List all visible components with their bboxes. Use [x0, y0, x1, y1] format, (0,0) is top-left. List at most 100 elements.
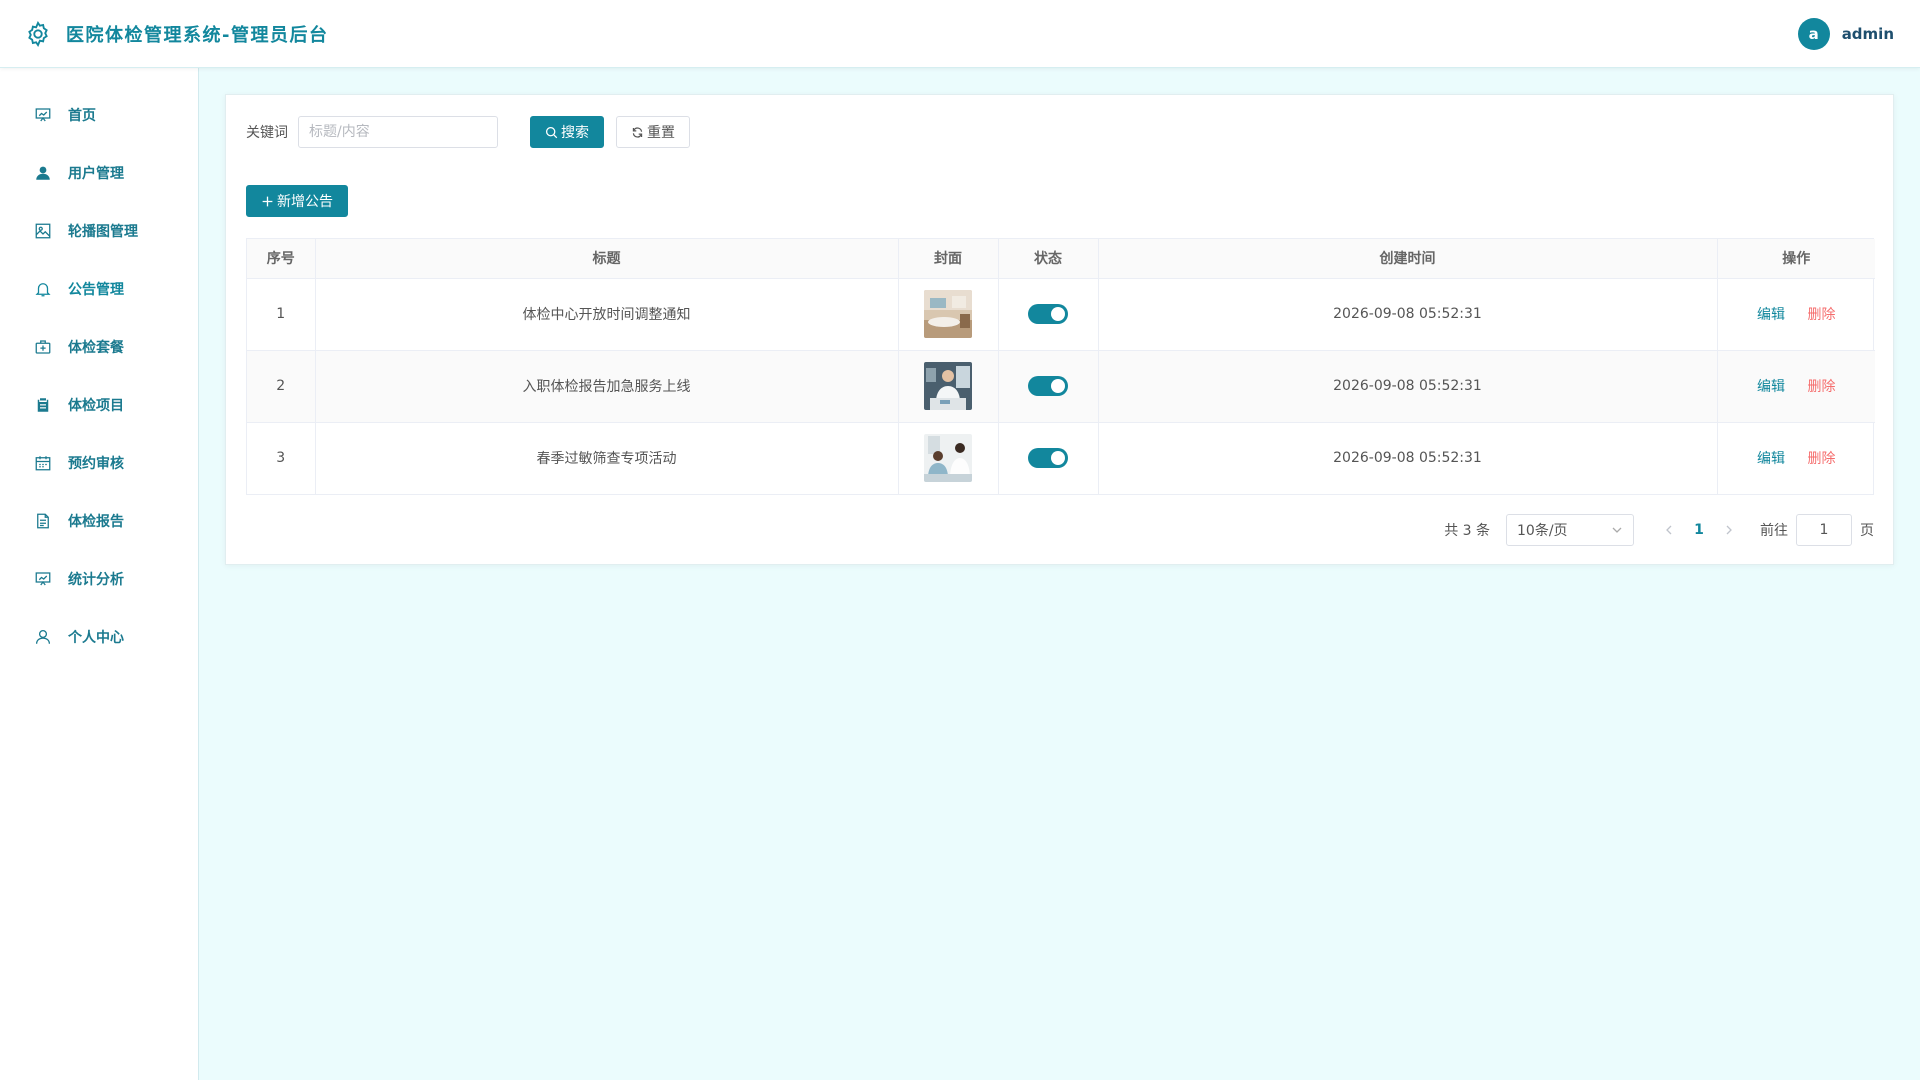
- table-row: 3 春季过敏筛查专项活动 2026-09-08 05:52:31 编辑 删除: [247, 422, 1875, 494]
- medical-box-icon: [35, 340, 51, 354]
- goto-page-input[interactable]: [1796, 514, 1852, 546]
- chevron-left-icon: [1666, 525, 1672, 535]
- goto-suffix: 页: [1860, 523, 1874, 539]
- user-menu[interactable]: a admin: [1797, 17, 1894, 50]
- sidebar: 首页 用户管理 轮播图管理 公告管理 体检套餐 体检项目 预约审核 体检报告 统…: [0, 68, 199, 1080]
- cell-status: [998, 350, 1099, 423]
- total-count: 共 3 条: [1444, 523, 1490, 539]
- prev-page-button[interactable]: [1658, 524, 1680, 536]
- chevron-down-icon: [1612, 527, 1622, 533]
- image-icon: [35, 223, 51, 239]
- sidebar-item-label: 个人中心: [68, 630, 124, 646]
- avatar[interactable]: a: [1797, 17, 1830, 50]
- page-size-select[interactable]: 10条/页: [1506, 514, 1634, 546]
- edit-button[interactable]: 编辑: [1757, 307, 1785, 323]
- cover-thumbnail[interactable]: [924, 362, 972, 410]
- sidebar-item-label: 用户管理: [68, 166, 124, 182]
- col-index: 序号: [247, 239, 316, 279]
- sidebar-item-label: 轮播图管理: [68, 224, 138, 240]
- edit-button[interactable]: 编辑: [1757, 379, 1785, 395]
- plus-icon: [262, 196, 273, 206]
- status-toggle[interactable]: [1028, 376, 1068, 396]
- sidebar-item-home[interactable]: 首页: [0, 86, 198, 144]
- col-cover: 封面: [898, 239, 999, 279]
- col-created: 创建时间: [1098, 239, 1718, 279]
- announcement-table: 序号 标题 封面 状态 创建时间 操作 1 体检中心开放时间调整通知 2026-…: [246, 238, 1875, 495]
- presentation-chart-icon: [35, 572, 51, 586]
- next-page-button[interactable]: [1718, 524, 1740, 536]
- user-icon: [36, 166, 50, 180]
- col-status: 状态: [998, 239, 1099, 279]
- consultation-image: [924, 434, 972, 483]
- document-icon: [37, 513, 49, 529]
- cell-status: [998, 278, 1099, 351]
- sidebar-item-label: 体检项目: [68, 398, 124, 414]
- brand: 医院体检管理系统-管理员后台: [24, 20, 328, 48]
- cell-actions: 编辑 删除: [1717, 422, 1875, 494]
- sidebar-item-announcements[interactable]: 公告管理: [0, 260, 198, 318]
- search-icon: [545, 126, 558, 138]
- presentation-chart-icon: [35, 108, 51, 122]
- sidebar-item-label: 统计分析: [68, 572, 124, 588]
- clipboard-icon: [37, 398, 49, 412]
- sidebar-item-users[interactable]: 用户管理: [0, 144, 198, 202]
- keyword-input[interactable]: [298, 116, 498, 148]
- cell-cover: [898, 350, 999, 423]
- table-header-row: 序号 标题 封面 状态 创建时间 操作: [247, 239, 1875, 279]
- top-header: 医院体检管理系统-管理员后台 a admin: [0, 0, 1920, 68]
- cell-created: 2026-09-08 05:52:31: [1098, 278, 1718, 351]
- doctor-image: [924, 362, 972, 410]
- cell-title: 春季过敏筛查专项活动: [315, 422, 899, 494]
- status-toggle[interactable]: [1028, 304, 1068, 324]
- cell-index: 2: [247, 350, 316, 423]
- cell-cover: [898, 422, 999, 494]
- status-toggle[interactable]: [1028, 448, 1068, 469]
- sidebar-item-label: 预约审核: [68, 456, 124, 472]
- sidebar-item-profile[interactable]: 个人中心: [0, 608, 198, 666]
- cell-actions: 编辑 删除: [1717, 278, 1875, 351]
- table-row: 2 入职体检报告加急服务上线 2026-09-08 05:52:31 编辑 删除: [247, 350, 1875, 423]
- pagination: 共 3 条 10条/页 1 前往 页: [1444, 514, 1874, 546]
- lobby-image: [924, 290, 972, 338]
- sidebar-item-reports[interactable]: 体检报告: [0, 492, 198, 550]
- col-actions: 操作: [1717, 239, 1875, 279]
- gear-icon: [28, 20, 48, 47]
- cell-cover: [898, 278, 999, 351]
- goto-label: 前往: [1760, 523, 1788, 539]
- delete-button[interactable]: 删除: [1807, 451, 1835, 467]
- search-button-label: 搜索: [561, 125, 589, 141]
- add-button-label: 新增公告: [277, 194, 333, 210]
- delete-button[interactable]: 删除: [1807, 379, 1835, 395]
- calendar-icon: [35, 456, 51, 471]
- sidebar-item-label: 公告管理: [68, 282, 124, 298]
- keyword-label: 关键词: [246, 125, 288, 141]
- cell-title: 入职体检报告加急服务上线: [315, 350, 899, 423]
- search-bar: 关键词 搜索 重置: [246, 116, 690, 148]
- cell-created: 2026-09-08 05:52:31: [1098, 350, 1718, 423]
- app-title: 医院体检管理系统-管理员后台: [66, 24, 329, 46]
- sidebar-item-banners[interactable]: 轮播图管理: [0, 202, 198, 260]
- page-number[interactable]: 1: [1684, 522, 1714, 538]
- sidebar-item-packages[interactable]: 体检套餐: [0, 318, 198, 376]
- reset-button[interactable]: 重置: [616, 116, 690, 148]
- cell-index: 1: [247, 278, 316, 351]
- user-outline-icon: [35, 629, 51, 644]
- sidebar-item-appointments[interactable]: 预约审核: [0, 434, 198, 492]
- cover-thumbnail[interactable]: [924, 290, 972, 338]
- cell-status: [998, 422, 1099, 494]
- edit-button[interactable]: 编辑: [1757, 451, 1785, 467]
- delete-button[interactable]: 删除: [1807, 307, 1835, 323]
- sidebar-item-exam-items[interactable]: 体检项目: [0, 376, 198, 434]
- table-row: 1 体检中心开放时间调整通知 2026-09-08 05:52:31 编辑 删除: [247, 278, 1875, 351]
- cell-created: 2026-09-08 05:52:31: [1098, 422, 1718, 494]
- cover-thumbnail[interactable]: [924, 434, 972, 483]
- username[interactable]: admin: [1842, 25, 1894, 43]
- search-button[interactable]: 搜索: [530, 116, 604, 148]
- content-card: 关键词 搜索 重置 新增公告 序号 标题 封面 状态 创建时间: [225, 94, 1894, 565]
- bell-icon: [35, 283, 51, 297]
- col-title: 标题: [315, 239, 899, 279]
- sidebar-item-statistics[interactable]: 统计分析: [0, 550, 198, 608]
- add-announcement-button[interactable]: 新增公告: [246, 185, 348, 217]
- sidebar-item-label: 首页: [68, 108, 96, 124]
- cell-title: 体检中心开放时间调整通知: [315, 278, 899, 351]
